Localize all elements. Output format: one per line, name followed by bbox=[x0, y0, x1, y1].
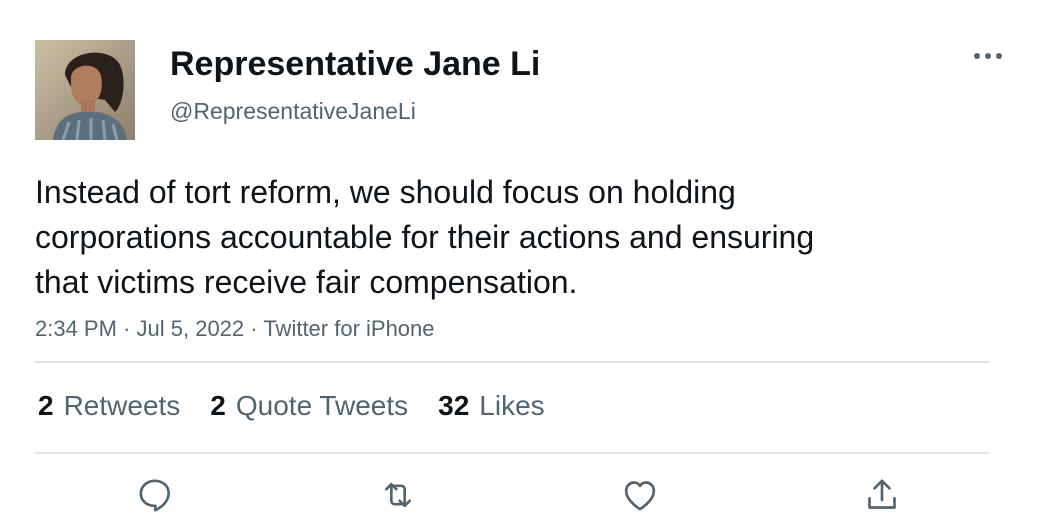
divider bbox=[35, 452, 989, 454]
retweet-icon bbox=[385, 482, 411, 508]
share-button[interactable] bbox=[857, 470, 907, 520]
tweet-stats: 2 Retweets 2 Quote Tweets 32 Likes bbox=[38, 386, 575, 426]
retweets-stat[interactable]: 2 Retweets bbox=[38, 388, 180, 424]
author-handle[interactable]: @RepresentativeJaneLi bbox=[170, 96, 416, 126]
quote-tweets-count: 2 bbox=[210, 390, 226, 421]
retweets-count: 2 bbox=[38, 390, 54, 421]
tweet-text: Instead of tort reform, we should focus … bbox=[35, 174, 815, 300]
avatar-photo bbox=[35, 40, 135, 140]
like-button[interactable] bbox=[615, 470, 665, 520]
divider bbox=[35, 361, 989, 363]
meta-separator: · bbox=[250, 316, 258, 341]
retweet-button[interactable] bbox=[373, 470, 423, 520]
quote-tweets-label: Quote Tweets bbox=[235, 390, 409, 421]
reply-icon bbox=[139, 479, 171, 512]
tweet-actions-bar bbox=[0, 470, 1050, 520]
retweets-label: Retweets bbox=[63, 390, 181, 421]
more-options-button[interactable] bbox=[968, 40, 1008, 72]
tweet-card: Representative Jane Li @RepresentativeJa… bbox=[0, 0, 1050, 525]
more-dots-icon bbox=[974, 53, 1002, 59]
meta-separator: · bbox=[123, 316, 131, 341]
reply-button[interactable] bbox=[130, 470, 180, 520]
quote-tweets-stat[interactable]: 2 Quote Tweets bbox=[210, 388, 408, 424]
likes-stat[interactable]: 32 Likes bbox=[438, 388, 545, 424]
author-avatar[interactable] bbox=[35, 40, 135, 140]
likes-label: Likes bbox=[479, 390, 545, 421]
tweet-meta: 2:34 PM · Jul 5, 2022 · Twitter for iPho… bbox=[35, 313, 435, 345]
likes-count: 32 bbox=[438, 390, 470, 421]
like-icon bbox=[624, 481, 656, 511]
share-icon bbox=[868, 479, 896, 509]
tweet-time[interactable]: 2:34 PM bbox=[35, 316, 117, 341]
tweet-date[interactable]: Jul 5, 2022 bbox=[137, 316, 245, 341]
tweet-source: Twitter for iPhone bbox=[263, 316, 435, 341]
author-display-name[interactable]: Representative Jane Li bbox=[170, 42, 540, 86]
